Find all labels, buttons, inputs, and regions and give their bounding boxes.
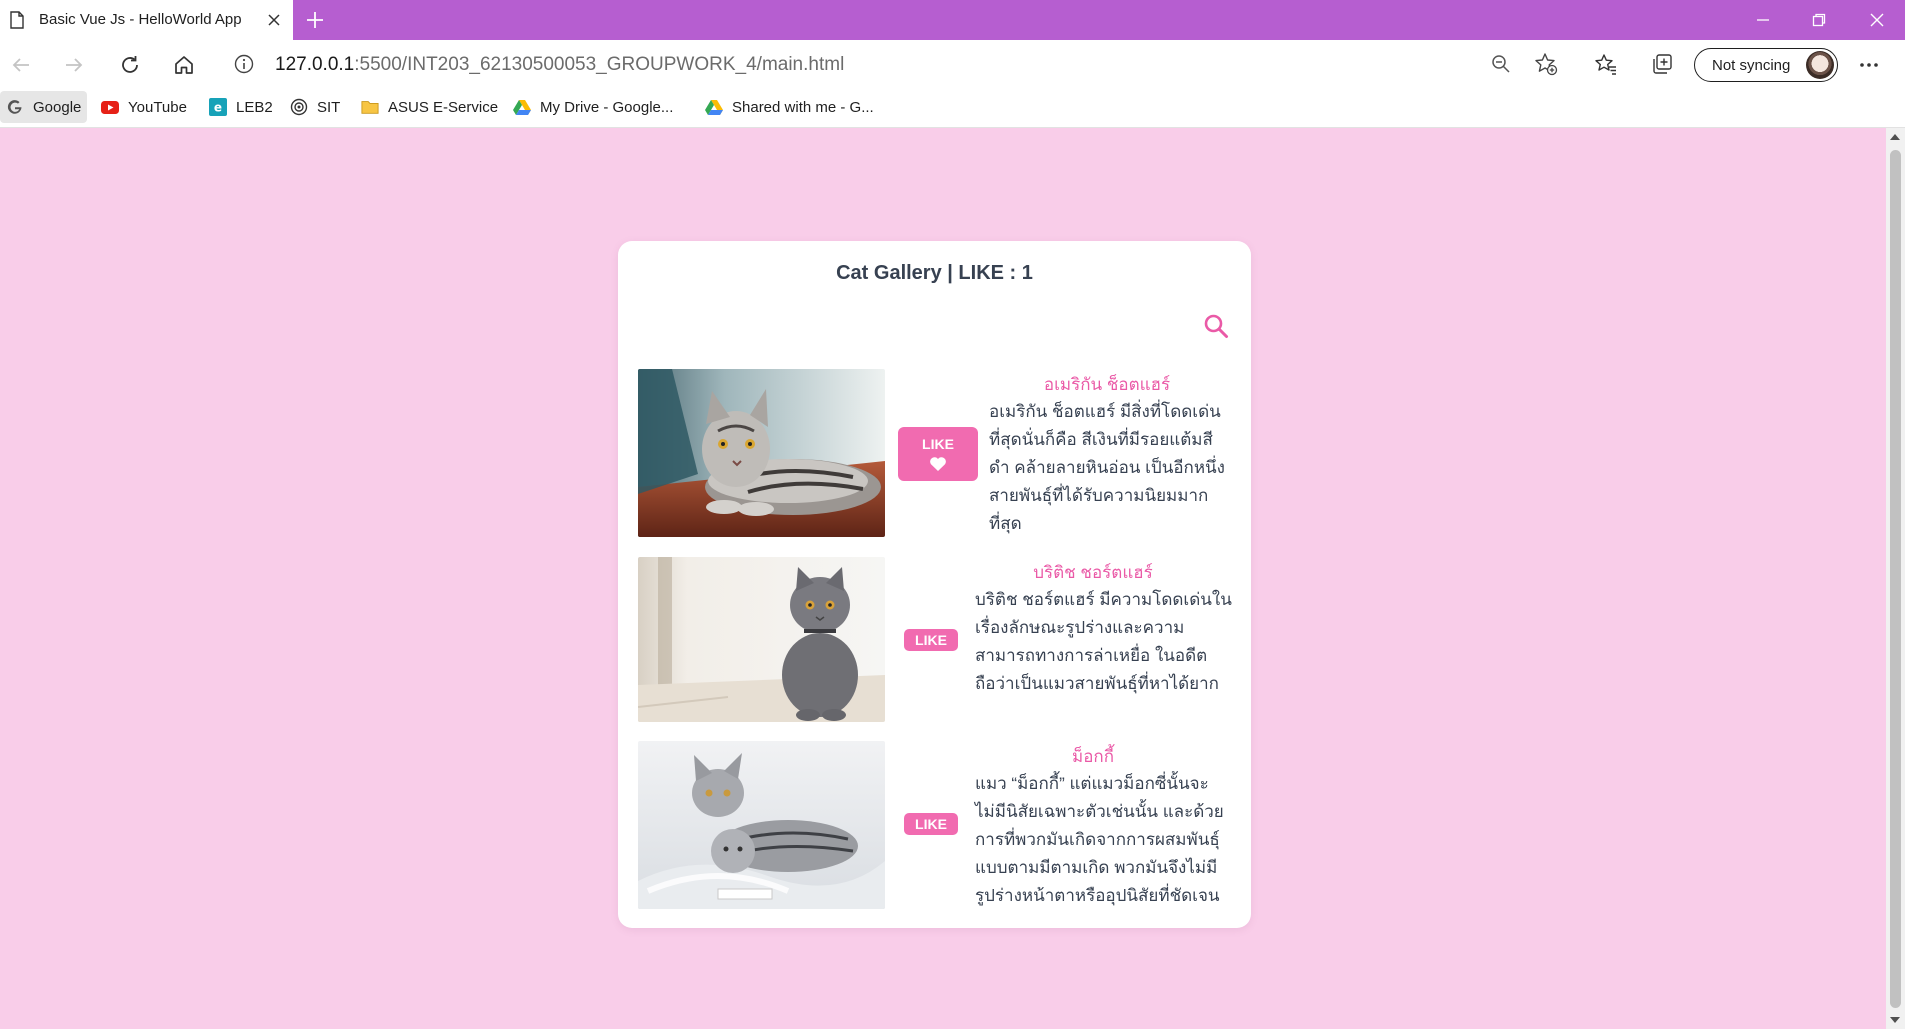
bookmark-youtube[interactable]: YouTube	[95, 91, 193, 123]
tab-title: Basic Vue Js - HelloWorld App	[39, 11, 242, 28]
heart-icon	[930, 457, 946, 471]
back-icon[interactable]	[5, 49, 37, 81]
svg-text:e: e	[214, 101, 222, 115]
cat-photo-american-shorthair	[638, 369, 885, 537]
google-icon	[6, 98, 24, 116]
add-favorite-icon[interactable]	[1531, 49, 1561, 79]
google-drive-icon	[705, 98, 723, 116]
browser-toolbar: 127.0.0.1:5500/INT203_62130500053_GROUPW…	[0, 40, 1905, 88]
profile-sync-button[interactable]: Not syncing	[1694, 48, 1838, 82]
avatar	[1806, 51, 1834, 79]
leb2-icon: e	[209, 98, 227, 116]
site-info-icon[interactable]	[234, 54, 254, 74]
cat-gallery-card: Cat Gallery | LIKE : 1 LIKE อเมริกัน ช็อ…	[618, 241, 1251, 928]
new-tab-icon[interactable]	[303, 8, 327, 32]
bookmark-sit[interactable]: SIT	[284, 91, 346, 123]
cat-item: LIKE อเมริกัน ช็อตแฮร์ อเมริกัน ช็อตแฮร์…	[638, 369, 1238, 537]
scrollbar-thumb[interactable]	[1890, 150, 1901, 1008]
forward-icon[interactable]	[58, 49, 90, 81]
cat-description: บริติช ชอร์ตแฮร์ มีความโดดเด่นในเรื่องลั…	[975, 590, 1232, 693]
close-tab-icon[interactable]	[264, 10, 284, 30]
scroll-up-icon[interactable]	[1890, 134, 1900, 140]
google-drive-icon	[513, 98, 531, 116]
bookmark-google[interactable]: Google	[0, 91, 88, 123]
cat-description: แมว “ม็อกกี้” แต่แมวม็อกซี่นั้นจะไม่มีนิ…	[975, 774, 1224, 905]
sit-icon	[290, 98, 308, 116]
document-icon	[10, 11, 24, 29]
folder-icon	[361, 98, 379, 116]
url-text: 127.0.0.1:5500/INT203_62130500053_GROUPW…	[275, 54, 845, 75]
like-button-label: LIKE	[922, 436, 954, 452]
like-button[interactable]: LIKE	[898, 427, 978, 481]
sync-label: Not syncing	[1712, 57, 1791, 74]
cat-photo-british-shorthair	[638, 557, 885, 722]
home-icon[interactable]	[168, 49, 200, 81]
page-viewport: Cat Gallery | LIKE : 1 LIKE อเมริกัน ช็อ…	[0, 128, 1886, 1029]
vertical-scrollbar[interactable]	[1886, 128, 1905, 1029]
cat-photo-moggy	[638, 741, 885, 909]
scroll-down-icon[interactable]	[1890, 1017, 1900, 1023]
bookmark-shared-with-me[interactable]: Shared with me - G...	[699, 91, 880, 123]
bookmark-leb2[interactable]: e LEB2	[203, 91, 279, 123]
browser-tab[interactable]: Basic Vue Js - HelloWorld App	[0, 0, 293, 40]
reload-icon[interactable]	[114, 49, 146, 81]
bookmarks-bar: Google YouTube e LEB2 SIT ASUS E-Service…	[0, 88, 1905, 128]
bookmark-asus-eservice[interactable]: ASUS E-Service	[355, 91, 504, 123]
more-options-icon[interactable]	[1854, 50, 1884, 80]
cat-item: LIKE ม็อกกี้ แมว “ม็อกกี้” แต่แมวม็อกซี่…	[638, 741, 1238, 909]
like-button[interactable]: LIKE	[904, 629, 958, 651]
search-icon[interactable]	[1202, 312, 1230, 340]
cat-name: อเมริกัน ช็อตแฮร์	[1043, 375, 1171, 394]
collections-icon[interactable]	[1647, 49, 1677, 79]
cat-item: LIKE บริติช ชอร์ตแฮร์ บริติช ชอร์ตแฮร์ ม…	[638, 557, 1238, 722]
cat-description: อเมริกัน ช็อตแฮร์ มีสิ่งที่โดดเด่นที่สุด…	[989, 402, 1225, 533]
favorites-icon[interactable]	[1591, 49, 1621, 79]
restore-icon[interactable]	[1791, 0, 1847, 40]
cat-name: บริติช ชอร์ตแฮร์	[1033, 563, 1153, 582]
youtube-icon	[101, 98, 119, 116]
minimize-icon[interactable]	[1735, 0, 1791, 40]
address-bar[interactable]: 127.0.0.1:5500/INT203_62130500053_GROUPW…	[220, 44, 1570, 84]
like-button[interactable]: LIKE	[904, 813, 958, 835]
bookmark-my-drive[interactable]: My Drive - Google...	[507, 91, 679, 123]
cat-name: ม็อกกี้	[1071, 747, 1114, 766]
close-window-icon[interactable]	[1849, 0, 1905, 40]
zoom-out-icon[interactable]	[1486, 49, 1516, 79]
browser-title-bar: Basic Vue Js - HelloWorld App	[0, 0, 1905, 40]
page-title: Cat Gallery | LIKE : 1	[836, 262, 1033, 284]
